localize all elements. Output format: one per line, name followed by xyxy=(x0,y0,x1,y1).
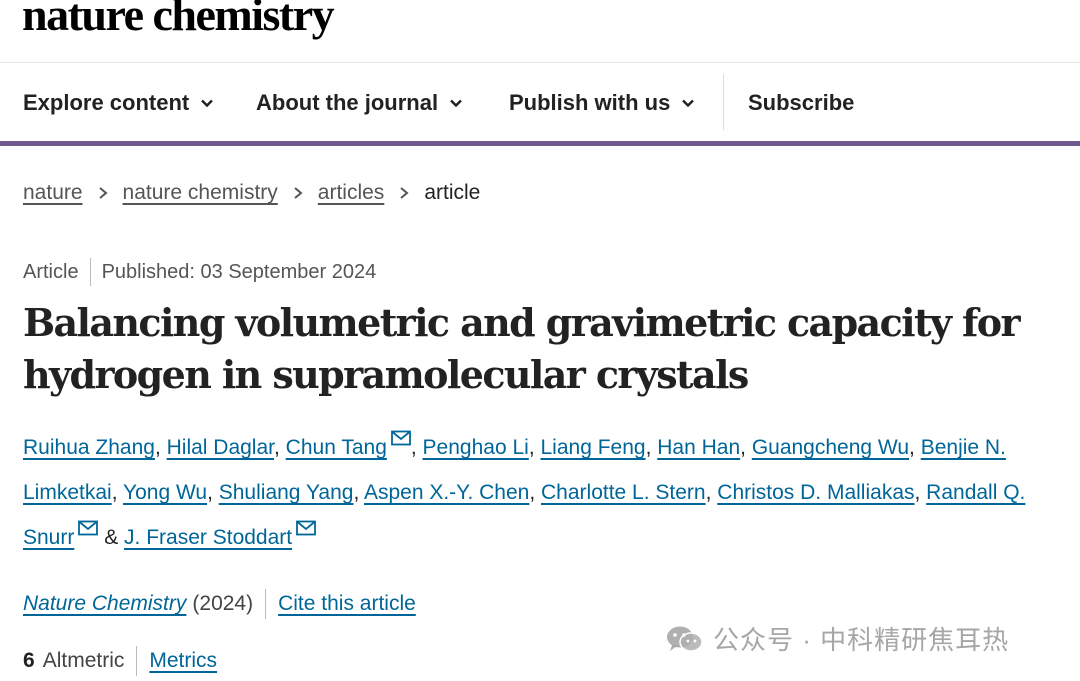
author-link[interactable]: Guangcheng Wu xyxy=(752,436,909,459)
altmetric-score[interactable]: 6 xyxy=(23,649,35,673)
wechat-icon xyxy=(667,626,703,652)
nav-publish-with-us[interactable]: Publish with us xyxy=(509,74,696,132)
nav-explore-label: Explore content xyxy=(23,90,190,115)
author-separator: , xyxy=(740,436,752,459)
published-date: Published: 03 September 2024 xyxy=(101,260,377,283)
article-meta: Article Published: 03 September 2024 xyxy=(23,258,376,286)
citation-divider xyxy=(265,589,267,619)
envelope-icon[interactable] xyxy=(78,520,99,536)
nav-explore-content[interactable]: Explore content xyxy=(23,74,215,132)
chevron-down-icon xyxy=(450,99,462,108)
author-link[interactable]: Penghao Li xyxy=(423,436,529,459)
author-separator: , xyxy=(154,436,167,459)
author-link[interactable]: Han Han xyxy=(657,436,740,459)
nav-publish-label: Publish with us xyxy=(509,90,671,115)
author-separator: , xyxy=(410,436,423,459)
author-link[interactable]: Chun Tang xyxy=(286,436,387,459)
author-link[interactable]: J. Fraser Stoddart xyxy=(124,526,292,549)
author-separator: , xyxy=(529,481,542,504)
watermark-text: 公众号 · 中科精研焦耳热 xyxy=(713,625,1010,655)
author-link[interactable]: Charlotte L. Stern xyxy=(541,481,706,504)
chevron-down-icon xyxy=(682,99,695,108)
journal-link[interactable]: Nature Chemistry xyxy=(23,592,186,616)
nav-subscribe-label: Subscribe xyxy=(748,90,855,115)
metrics-divider xyxy=(136,646,138,676)
meta-divider xyxy=(89,258,91,286)
author-separator: , xyxy=(909,436,921,459)
breadcrumb-nature[interactable]: nature xyxy=(23,181,83,205)
publication-year: (2024) xyxy=(192,592,254,615)
breadcrumb-current: article xyxy=(424,181,481,204)
chevron-right-icon xyxy=(294,187,303,199)
header-divider xyxy=(0,62,1080,63)
author-separator: , xyxy=(353,481,364,504)
author-link[interactable]: Shuliang Yang xyxy=(219,481,354,504)
cite-this-article-link[interactable]: Cite this article xyxy=(278,592,416,616)
breadcrumb: nature nature chemistry articles article xyxy=(23,178,480,208)
nav-about-label: About the journal xyxy=(256,90,439,115)
metrics-row: 6 Altmetric Metrics xyxy=(23,645,217,677)
author-separator: , xyxy=(528,436,541,459)
author-link[interactable]: Hilal Daglar xyxy=(167,436,274,459)
breadcrumb-nature-chemistry[interactable]: nature chemistry xyxy=(123,181,278,205)
author-link[interactable]: Aspen X.-Y. Chen xyxy=(364,481,529,504)
article-type: Article xyxy=(23,260,79,283)
author-separator: , xyxy=(645,436,658,459)
author-separator: , xyxy=(207,481,219,504)
envelope-icon[interactable] xyxy=(296,520,317,536)
nav-divider xyxy=(723,74,724,130)
author-link[interactable]: Ruihua Zhang xyxy=(23,436,155,459)
nav-subscribe[interactable]: Subscribe xyxy=(748,74,854,132)
author-separator: , xyxy=(705,481,718,504)
chevron-right-icon xyxy=(400,187,409,199)
author-link[interactable]: Yong Wu xyxy=(123,481,207,504)
author-separator: , xyxy=(111,481,123,504)
article-title: Balancing volumetric and gravimetric cap… xyxy=(23,300,1021,397)
journal-logo[interactable]: nature chemistry xyxy=(22,0,335,41)
accent-bar xyxy=(0,141,1080,146)
metrics-link[interactable]: Metrics xyxy=(149,649,217,673)
author-link[interactable]: Christos D. Malliakas xyxy=(717,481,914,504)
author-link[interactable]: Liang Feng xyxy=(540,436,645,459)
chevron-right-icon xyxy=(98,187,108,199)
envelope-icon[interactable] xyxy=(390,430,411,446)
citation-row: Nature Chemistry (2024) Cite this articl… xyxy=(23,588,416,620)
author-separator: , xyxy=(914,481,927,504)
breadcrumb-articles[interactable]: articles xyxy=(318,181,385,205)
author-ampersand: & xyxy=(98,526,125,549)
altmetric-label[interactable]: Altmetric xyxy=(43,649,125,673)
nav-about-journal[interactable]: About the journal xyxy=(256,74,464,132)
chevron-down-icon xyxy=(201,99,214,108)
author-separator: , xyxy=(274,436,286,459)
author-list: Ruihua Zhang, Hilal Daglar, Chun Tang, P… xyxy=(23,425,1078,560)
main-nav: Explore content About the journal Publis… xyxy=(0,74,1080,132)
wechat-watermark: 公众号 · 中科精研焦耳热 xyxy=(665,620,1009,657)
